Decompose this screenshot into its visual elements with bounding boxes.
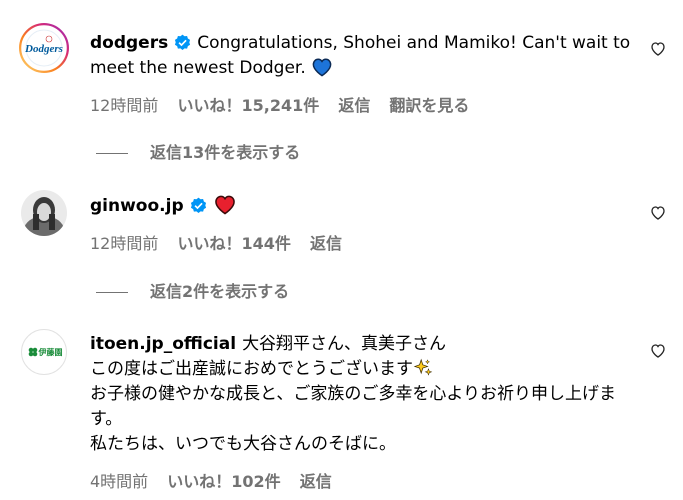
reply-button[interactable]: 返信 bbox=[300, 472, 332, 491]
blue-heart-icon bbox=[312, 58, 332, 77]
reply-button[interactable]: 返信 bbox=[310, 234, 342, 253]
view-replies-button[interactable]: 返信2件を表示する bbox=[96, 278, 289, 302]
ginwoo-avatar-icon bbox=[21, 190, 67, 236]
comment-text: ginwoo.jp bbox=[90, 194, 635, 219]
like-heart-icon[interactable] bbox=[650, 343, 666, 359]
comment-text: itoen.jp_official 大谷翔平さん、真美子さん この度はご出産誠にお… bbox=[90, 332, 635, 457]
comment-meta: 12時間前 いいね！144件 返信 bbox=[90, 230, 356, 254]
verified-badge-icon bbox=[175, 34, 191, 50]
timestamp: 12時間前 bbox=[90, 234, 159, 253]
username[interactable]: ginwoo.jp bbox=[90, 196, 184, 216]
comment-text: dodgers Congratulations, Shohei and Mamik… bbox=[90, 31, 635, 81]
timestamp: 4時間前 bbox=[90, 472, 149, 491]
itoen-logo: 伊藤園 bbox=[24, 345, 66, 359]
comment-line-3: お子様の健やかな成長と、ご家族のご多幸を心よりお祈り申し上げます。 bbox=[90, 384, 616, 429]
replies-divider bbox=[96, 292, 128, 293]
leaf-logo-icon bbox=[28, 347, 37, 357]
replies-divider bbox=[96, 153, 128, 154]
username[interactable]: dodgers bbox=[90, 33, 168, 53]
avatar[interactable]: Dodgers bbox=[19, 23, 69, 73]
likes-count[interactable]: いいね！15,241件 bbox=[177, 96, 319, 115]
username[interactable]: itoen.jp_official bbox=[90, 334, 236, 354]
likes-count[interactable]: いいね！102件 bbox=[167, 472, 280, 491]
verified-badge-icon bbox=[190, 197, 206, 213]
translate-button[interactable]: 翻訳を見る bbox=[389, 96, 469, 115]
itoen-logo-text: 伊藤園 bbox=[38, 347, 63, 357]
view-replies-button[interactable]: 返信13件を表示する bbox=[96, 139, 300, 163]
avatar[interactable] bbox=[21, 190, 67, 236]
view-replies-label[interactable]: 返信13件を表示する bbox=[150, 143, 300, 162]
sparkles-icon bbox=[413, 358, 433, 376]
reply-button[interactable]: 返信 bbox=[338, 96, 370, 115]
like-heart-icon[interactable] bbox=[650, 205, 666, 221]
view-replies-label[interactable]: 返信2件を表示する bbox=[150, 282, 289, 301]
comment-body: Congratulations, Shohei and Mamiko! Can'… bbox=[90, 33, 631, 78]
avatar[interactable]: 伊藤園 bbox=[21, 329, 67, 375]
likes-count[interactable]: いいね！144件 bbox=[177, 234, 290, 253]
timestamp: 12時間前 bbox=[90, 96, 159, 115]
comment-line-2: この度はご出産誠におめでとうございます bbox=[90, 359, 413, 379]
red-heart-icon bbox=[214, 195, 235, 215]
comment-line-4: 私たちは、いつでも大谷さんのそばに。 bbox=[90, 434, 396, 454]
comment-meta: 12時間前 いいね！15,241件 返信 翻訳を見る bbox=[90, 92, 483, 116]
like-heart-icon[interactable] bbox=[650, 41, 666, 57]
svg-text:Dodgers: Dodgers bbox=[24, 43, 63, 55]
dodgers-logo-icon: Dodgers bbox=[19, 23, 69, 73]
comment-meta: 4時間前 いいね！102件 返信 bbox=[90, 468, 346, 492]
comment-line-1: 大谷翔平さん、真美子さん bbox=[242, 334, 447, 354]
